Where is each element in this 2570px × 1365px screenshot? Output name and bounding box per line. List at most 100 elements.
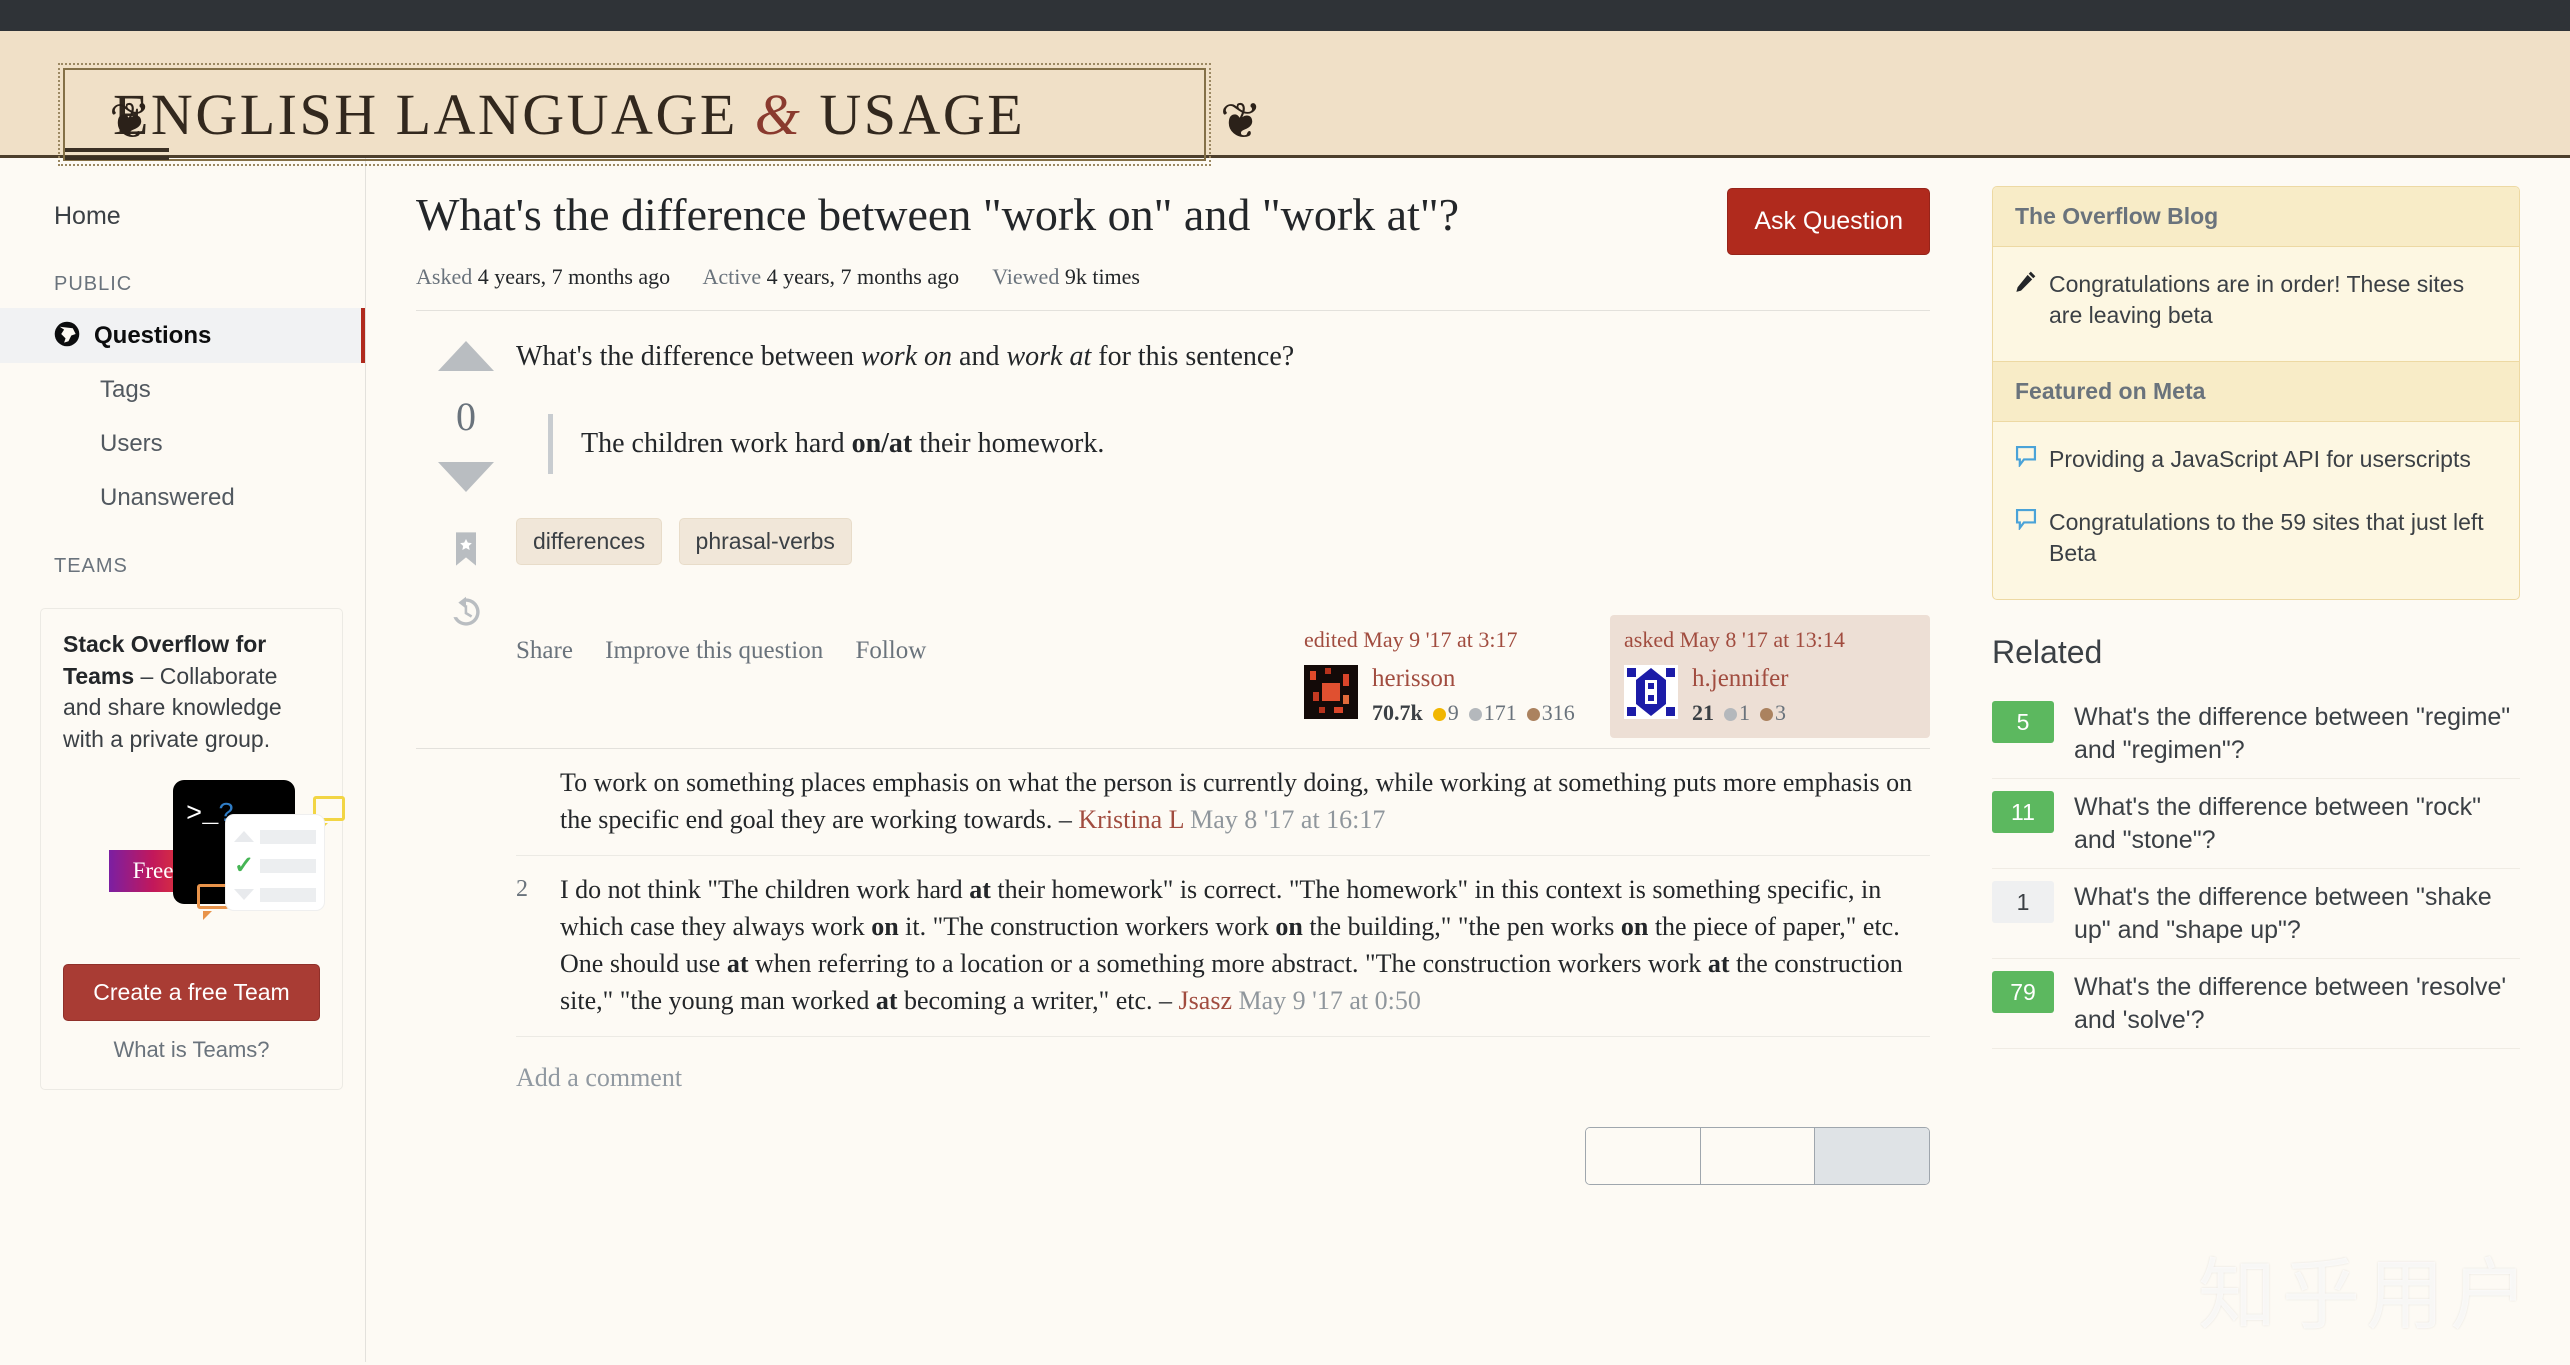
add-comment-link[interactable]: Add a comment [416, 1037, 1930, 1093]
sidebar-item-questions[interactable]: Questions [0, 308, 365, 363]
blog-card: The Overflow Blog Congratulations are in… [1992, 186, 2520, 601]
comment-list: To work on something places emphasis on … [416, 749, 1930, 1037]
sidebar-item-users[interactable]: Users [0, 417, 365, 471]
create-free-team-button[interactable]: Create a free Team [63, 963, 320, 1021]
tag-list: differences phrasal-verbs [516, 517, 1930, 565]
asker-reputation: 21 1 3 [1692, 700, 1788, 726]
meta-viewed: Viewed 9k times [992, 264, 1140, 289]
bronze-badge-icon [1760, 708, 1773, 722]
terminal-prompt: >_ [186, 799, 219, 830]
post-meta-row: Share Improve this question Follow edite… [516, 614, 1930, 739]
placeholder-bar [260, 887, 316, 902]
ask-question-button[interactable]: Ask Question [1727, 188, 1930, 255]
art-row-accepted: ✓ [234, 851, 316, 879]
check-icon: ✓ [234, 851, 255, 879]
silver-badge-icon [1468, 708, 1482, 722]
related-item[interactable]: 5 What's the difference between "regime"… [1992, 689, 2520, 780]
meta-item-text: Congratulations to the 59 sites that jus… [2049, 509, 2484, 567]
sidebar-item-unanswered[interactable]: Unanswered [0, 471, 365, 525]
post-actions: Share Improve this question Follow [516, 615, 1290, 665]
related-score: 79 [1992, 971, 2054, 1014]
sort-tab-votes[interactable] [1815, 1127, 1929, 1184]
art-row-upvote [234, 825, 316, 849]
teams-promo-illustration: Free >_? ✓ [63, 774, 345, 956]
editor-bronze-count: 316 [1541, 700, 1575, 726]
tag-differences[interactable]: differences [516, 517, 663, 565]
vote-count: 0 [456, 394, 476, 440]
comment-text: To work on something places emphasis on … [560, 765, 1930, 839]
question-header: What's the difference between "work on" … [416, 188, 1930, 312]
gold-badge-icon [1432, 708, 1446, 722]
fleuron-left-icon: ❦ [109, 93, 151, 149]
downvote-button[interactable] [438, 462, 494, 493]
editor-silver-count: 171 [1483, 700, 1517, 726]
related-title[interactable]: What's the difference between "rock" and… [2074, 791, 2520, 856]
comment-bold-run: at [1707, 948, 1730, 978]
downvote-arrow-icon [234, 889, 254, 901]
answer-sort-tabs[interactable] [1585, 1126, 1930, 1185]
editor-username[interactable]: herisson [1372, 665, 1575, 693]
comment-text-run: becoming a writer," etc. – [897, 985, 1179, 1015]
asker-username[interactable]: h.jennifer [1692, 665, 1788, 693]
comment-bold-run: at [969, 875, 991, 905]
related-score: 1 [1992, 881, 2054, 924]
related-title[interactable]: What's the difference between "shake up"… [2074, 881, 2520, 946]
answer-card-illustration: ✓ [225, 813, 325, 911]
asker-silver-count: 1 [1739, 700, 1750, 726]
question-body: What's the difference between work on an… [516, 337, 1930, 739]
asker-info: h.jennifer 21 1 3 [1692, 665, 1788, 727]
comment-bold-run: on [1620, 912, 1649, 942]
tag-phrasal-verbs[interactable]: phrasal-verbs [678, 517, 852, 565]
pencil-icon [2015, 269, 2049, 331]
edited-timestamp[interactable]: edited May 9 '17 at 3:17 [1304, 627, 1596, 653]
related-title[interactable]: What's the difference between "regime" a… [2074, 701, 2520, 766]
sort-tab-oldest[interactable] [1700, 1127, 1816, 1184]
site-logo-frame[interactable]: ❦ ENGLISH LANGUAGE & USAGE ❦ [58, 63, 1262, 166]
meta-viewed-label: Viewed [992, 264, 1060, 290]
question-text-3: for this sentence? [1091, 341, 1295, 373]
question-em-1: work on [861, 341, 953, 373]
meta-list-item[interactable]: Congratulations to the 59 sites that jus… [1993, 491, 2519, 585]
sort-tab-active[interactable] [1586, 1127, 1701, 1184]
comment-author[interactable]: Jsasz [1179, 986, 1232, 1015]
site-title-part1: ENGLISH LANGUAGE [113, 82, 738, 147]
meta-asked: Asked 4 years, 7 months ago [416, 264, 670, 289]
avatar[interactable] [1304, 664, 1358, 719]
improve-question-link[interactable]: Improve this question [605, 637, 823, 664]
site-title-part2: USAGE [819, 82, 1026, 147]
follow-link[interactable]: Follow [855, 637, 926, 664]
asker-row: h.jennifer 21 1 3 [1624, 664, 1916, 727]
meta-list-item[interactable]: Providing a JavaScript API for userscrip… [1993, 428, 2519, 491]
featured-on-meta-header: Featured on Meta [1993, 361, 2519, 423]
related-item[interactable]: 79 What's the difference between 'resolv… [1992, 959, 2520, 1050]
comment-author[interactable]: Kristina L [1078, 805, 1183, 834]
what-is-teams-link[interactable]: What is Teams? [63, 1037, 320, 1063]
editor-rep-value: 70.7k [1372, 700, 1423, 726]
sidebar-item-tags[interactable]: Tags [0, 363, 365, 417]
comment-bold-run: on [1275, 912, 1303, 942]
sidebar-item-home[interactable]: Home [0, 190, 365, 243]
globe-icon [54, 321, 80, 347]
banner-left-rule [65, 148, 169, 160]
related-item[interactable]: 11 What's the difference between "rock" … [1992, 779, 2520, 870]
editor-info: herisson 70.7k 9 171 316 [1372, 665, 1575, 727]
comment-text-run: I do not think "The children work hard [560, 875, 970, 905]
question-paragraph: What's the difference between work on an… [516, 337, 1930, 378]
asker-bronze-count: 3 [1775, 700, 1786, 726]
silver-badge-icon [1724, 708, 1737, 722]
avatar[interactable] [1624, 664, 1678, 719]
comment-bold-run: at [726, 948, 749, 978]
related-title[interactable]: What's the difference between 'resolve' … [2074, 971, 2520, 1036]
teams-promo-text: Stack Overflow for Teams – Collaborate a… [63, 629, 320, 756]
teams-promo-card: Stack Overflow for Teams – Collaborate a… [40, 608, 345, 1090]
bookmark-icon[interactable] [416, 530, 516, 573]
bronze-badge-icon [1526, 708, 1540, 722]
quote-pre: The children work hard [581, 427, 852, 459]
related-item[interactable]: 1 What's the difference between "shake u… [1992, 869, 2520, 960]
editor-user-card: edited May 9 '17 at 3:17 herisson 70.7k 9… [1290, 615, 1610, 739]
post-history-icon[interactable] [416, 595, 516, 634]
asked-timestamp[interactable]: asked May 8 '17 at 13:14 [1624, 627, 1916, 653]
share-link[interactable]: Share [516, 637, 573, 664]
blog-list-item[interactable]: Congratulations are in order! These site… [1993, 253, 2519, 347]
upvote-button[interactable] [438, 341, 494, 372]
